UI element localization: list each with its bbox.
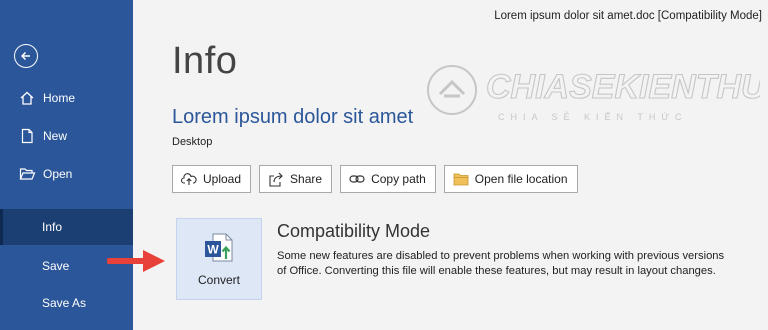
word-convert-icon: W bbox=[205, 233, 233, 262]
watermark-brand: CHIASEKIENTHUC bbox=[486, 68, 760, 106]
folder-icon bbox=[453, 171, 469, 187]
share-button[interactable]: Share bbox=[259, 165, 333, 193]
watermark-tagline: CHIA SẺ KIẾN THỨC bbox=[498, 111, 688, 122]
copy-path-label: Copy path bbox=[371, 172, 426, 186]
share-label: Share bbox=[290, 172, 323, 186]
sidebar-item-home[interactable]: Home bbox=[0, 80, 133, 116]
window-title: Lorem ipsum dolor sit amet.doc [Compatib… bbox=[494, 10, 762, 22]
sidebar-item-new[interactable]: New bbox=[0, 118, 133, 154]
sidebar-item-label: Info bbox=[42, 220, 63, 234]
convert-button[interactable]: W Convert bbox=[176, 218, 262, 300]
open-file-location-label: Open file location bbox=[474, 172, 568, 186]
sidebar-item-label: Home bbox=[43, 91, 76, 105]
svg-text:W: W bbox=[207, 243, 219, 257]
share-icon bbox=[268, 171, 284, 187]
upload-label: Upload bbox=[203, 172, 242, 186]
sidebar-item-label: New bbox=[43, 129, 68, 143]
back-button[interactable] bbox=[14, 44, 38, 68]
document-location: Desktop bbox=[172, 136, 213, 148]
annotation-arrow-icon bbox=[107, 250, 165, 272]
sidebar-item-label: Save As bbox=[42, 296, 87, 310]
open-file-location-button[interactable]: Open file location bbox=[443, 165, 578, 193]
watermark-emblem-icon bbox=[427, 65, 477, 115]
copy-path-button[interactable]: Copy path bbox=[340, 165, 436, 193]
convert-label: Convert bbox=[197, 273, 241, 287]
sidebar-item-save-as[interactable]: Save As bbox=[0, 285, 133, 321]
cloud-upload-icon bbox=[181, 171, 197, 187]
compatibility-heading: Compatibility Mode bbox=[277, 221, 431, 241]
document-title: Lorem ipsum dolor sit amet bbox=[172, 106, 414, 128]
upload-button[interactable]: Upload bbox=[172, 165, 252, 193]
home-icon bbox=[18, 89, 36, 107]
compatibility-description: Some new features are disabled to preven… bbox=[277, 250, 725, 277]
folder-open-icon bbox=[18, 165, 36, 183]
back-arrow-icon bbox=[20, 51, 30, 61]
sidebar-item-label: Open bbox=[43, 167, 73, 181]
watermark-logo: CHIASEKIENTHUC CHIA SẺ KIẾN THỨC bbox=[427, 65, 760, 122]
new-document-icon bbox=[18, 127, 36, 145]
sidebar-item-open[interactable]: Open bbox=[0, 156, 133, 192]
sidebar-item-label: Save bbox=[42, 259, 70, 273]
page-title: Info bbox=[172, 40, 238, 82]
backstage-sidebar: Home New Open Info Save Save As bbox=[0, 0, 133, 330]
sidebar-item-info[interactable]: Info bbox=[0, 209, 133, 245]
link-icon bbox=[349, 171, 365, 187]
document-actions: Upload Share Copy path Open file locatio… bbox=[172, 165, 578, 193]
